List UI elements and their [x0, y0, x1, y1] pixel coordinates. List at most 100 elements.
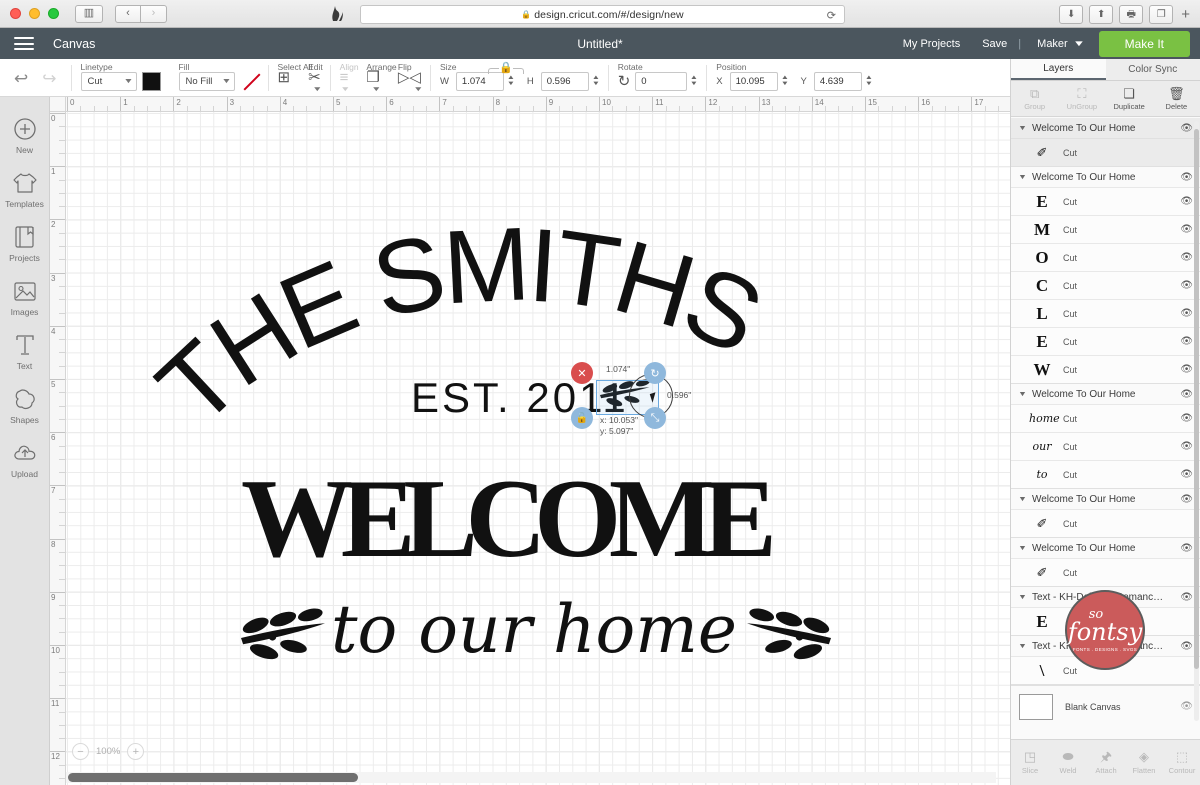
- weld-button[interactable]: ⬬ Weld: [1049, 740, 1087, 785]
- share-icon[interactable]: ⬆: [1089, 5, 1114, 24]
- rail-item-shapes[interactable]: Shapes: [0, 379, 50, 433]
- height-stepper[interactable]: ▲ ▼: [592, 75, 600, 87]
- layer-group-header[interactable]: ▼ Welcome To Our Home 👁: [1011, 167, 1200, 187]
- rotate-handle[interactable]: ↻: [644, 362, 666, 384]
- layer-row[interactable]: W Cut 👁: [1011, 355, 1200, 383]
- reload-icon[interactable]: ⟳: [827, 9, 836, 22]
- linetype-color-swatch[interactable]: [141, 71, 161, 91]
- layer-row[interactable]: ✐ Cut: [1011, 138, 1200, 166]
- pos-x-input[interactable]: 10.095: [729, 71, 778, 91]
- visibility-eye-icon[interactable]: 👁: [1180, 469, 1193, 480]
- visibility-eye-icon[interactable]: 👁: [1180, 224, 1193, 235]
- maximize-window-button[interactable]: [48, 8, 59, 19]
- layer-row[interactable]: ✐ Cut: [1011, 509, 1200, 537]
- layers-list[interactable]: ▼ Welcome To Our Home 👁 ✐ Cut ▼ Welcome To Our…: [1011, 118, 1200, 728]
- rotate-stepper[interactable]: ▲ ▼: [690, 75, 698, 87]
- save-button[interactable]: Save: [971, 38, 1018, 50]
- my-projects-link[interactable]: My Projects: [892, 38, 971, 50]
- machine-selector[interactable]: Maker ▼: [1021, 38, 1088, 50]
- rail-item-new[interactable]: New: [0, 109, 50, 163]
- visibility-eye-icon[interactable]: 👁: [1180, 494, 1193, 505]
- forward-icon[interactable]: ›: [141, 4, 167, 23]
- layer-row[interactable]: C Cut 👁: [1011, 271, 1200, 299]
- undo-icon[interactable]: ↩: [14, 69, 28, 89]
- layer-row[interactable]: M Cut 👁: [1011, 215, 1200, 243]
- layer-row[interactable]: E Cut 👁: [1011, 327, 1200, 355]
- tabs-icon[interactable]: ❐: [1149, 5, 1174, 24]
- horizontal-scrollbar-thumb[interactable]: [68, 773, 358, 782]
- blank-canvas-swatch[interactable]: [1019, 693, 1053, 720]
- new-tab-icon[interactable]: +: [1181, 6, 1190, 23]
- layer-row[interactable]: to Cut 👁: [1011, 460, 1200, 488]
- height-input[interactable]: 0.596: [540, 71, 589, 91]
- blank-canvas-row[interactable]: Blank Canvas 👁: [1011, 685, 1200, 727]
- layer-row[interactable]: L Cut 👁: [1011, 299, 1200, 327]
- slice-button[interactable]: ◳ Slice: [1011, 740, 1049, 785]
- select-all-group[interactable]: Select All ⊞: [269, 59, 313, 97]
- flip-button[interactable]: ▷◁ ▼: [398, 70, 423, 95]
- tab-layers[interactable]: Layers: [1011, 59, 1106, 80]
- chevron-down-icon[interactable]: ▼: [1018, 643, 1027, 650]
- minimize-window-button[interactable]: [29, 8, 40, 19]
- close-window-button[interactable]: [10, 8, 21, 19]
- print-icon[interactable]: 🖶: [1119, 5, 1144, 24]
- download-icon[interactable]: ⬇: [1059, 5, 1084, 24]
- arrange-button[interactable]: ❐ ▼: [366, 70, 381, 95]
- rotate-input[interactable]: 0: [635, 71, 688, 91]
- edit-button[interactable]: ✂ ▼: [308, 70, 323, 95]
- tab-color-sync[interactable]: Color Sync: [1106, 59, 1200, 80]
- visibility-eye-icon[interactable]: 👁: [1180, 336, 1193, 347]
- width-input[interactable]: 1.074: [455, 71, 504, 91]
- resize-handle[interactable]: ⤡: [644, 407, 666, 429]
- layer-group-header[interactable]: ▼ Welcome To Our Home 👁: [1011, 489, 1200, 509]
- chevron-down-icon[interactable]: ▼: [1018, 496, 1027, 503]
- visibility-eye-icon[interactable]: 👁: [1180, 543, 1193, 554]
- layer-row[interactable]: O Cut 👁: [1011, 243, 1200, 271]
- zoom-out-button[interactable]: −: [72, 743, 89, 760]
- rail-item-templates[interactable]: Templates: [0, 163, 50, 217]
- duplicate-button[interactable]: ❏ Duplicate: [1106, 81, 1153, 116]
- layer-row[interactable]: E: [1011, 607, 1200, 635]
- layer-group-header[interactable]: ▼ Text - KH-Delicate-Romanc… 👁: [1011, 636, 1200, 656]
- rail-item-upload[interactable]: Upload: [0, 433, 50, 487]
- layer-row[interactable]: \ Cut: [1011, 656, 1200, 684]
- select-all-button[interactable]: ⊞: [278, 70, 291, 85]
- rail-item-projects[interactable]: Projects: [0, 217, 50, 271]
- arrange-group[interactable]: Arrange ❐ ▼: [357, 59, 396, 97]
- lock-handle[interactable]: 🔓: [571, 407, 593, 429]
- visibility-eye-icon[interactable]: 👁: [1180, 308, 1193, 319]
- fill-select[interactable]: No Fill ▼: [178, 71, 235, 91]
- layer-row[interactable]: ✐ Cut: [1011, 558, 1200, 586]
- layer-row[interactable]: our Cut 👁: [1011, 432, 1200, 460]
- visibility-eye-icon[interactable]: 👁: [1180, 172, 1193, 183]
- visibility-eye-icon[interactable]: 👁: [1180, 441, 1193, 452]
- pos-y-stepper[interactable]: ▲ ▼: [865, 75, 873, 87]
- flatten-button[interactable]: ◈ Flatten: [1125, 740, 1163, 785]
- rail-item-text[interactable]: Text: [0, 325, 50, 379]
- contour-button[interactable]: ⬚ Contour: [1163, 740, 1200, 785]
- delete-handle[interactable]: ✕: [571, 362, 593, 384]
- canvas-grid[interactable]: THE SMITHS EST. 2011 WELCOME to our home: [66, 112, 1010, 785]
- visibility-eye-icon[interactable]: 👁: [1180, 641, 1193, 652]
- chevron-down-icon[interactable]: ▼: [1018, 594, 1027, 601]
- edit-group[interactable]: Edit ✂ ▼: [299, 59, 330, 97]
- no-fill-icon[interactable]: [240, 72, 259, 91]
- zoom-in-button[interactable]: +: [127, 743, 145, 760]
- attach-button[interactable]: 🖈 Attach: [1087, 740, 1125, 785]
- layer-group-header[interactable]: ▼ Welcome To Our Home 👁: [1011, 538, 1200, 558]
- visibility-eye-icon[interactable]: 👁: [1180, 196, 1193, 207]
- visibility-eye-icon[interactable]: 👁: [1180, 252, 1193, 263]
- window-traffic-lights[interactable]: [10, 8, 59, 19]
- address-bar[interactable]: 🔒 design.cricut.com/#/design/new ⟳: [360, 5, 845, 24]
- make-it-button[interactable]: Make It: [1098, 30, 1190, 57]
- chevron-down-icon[interactable]: ▼: [1018, 545, 1027, 552]
- lock-aspect-icon[interactable]: 🔒: [488, 61, 524, 74]
- back-icon[interactable]: ‹: [115, 4, 141, 23]
- chevron-down-icon[interactable]: ▼: [1018, 391, 1027, 398]
- layer-row[interactable]: E Cut 👁: [1011, 187, 1200, 215]
- chevron-down-icon[interactable]: ▼: [1018, 125, 1027, 132]
- layer-row[interactable]: home Cut 👁: [1011, 404, 1200, 432]
- delete-button[interactable]: 🗑 Delete: [1153, 81, 1200, 116]
- visibility-eye-icon[interactable]: 👁: [1180, 123, 1193, 134]
- sidebar-toggle-icon[interactable]: ▥: [75, 4, 103, 23]
